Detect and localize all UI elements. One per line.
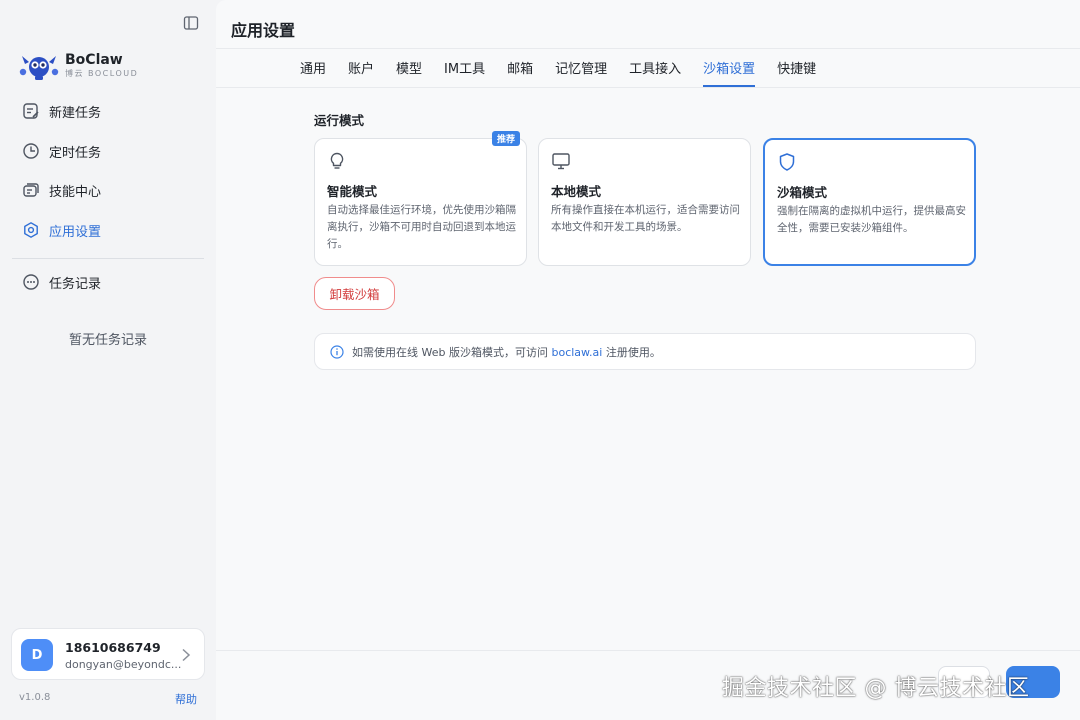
tab-model[interactable]: 模型: [396, 49, 422, 87]
sidebar-item-skills[interactable]: 技能中心: [12, 173, 204, 207]
skills-icon: [22, 181, 40, 199]
settings-tabs: 通用 账户 模型 IM工具 邮箱 记忆管理 工具接入 沙箱设置 快捷键: [300, 49, 838, 87]
brand: BoClaw 博云 BOCLOUD: [18, 50, 138, 82]
mode-card-sandbox[interactable]: 沙箱模式 强制在隔离的虚拟机中运行，提供最高安全性，需要已安装沙箱组件。: [763, 138, 976, 266]
settings-icon: [22, 221, 40, 239]
user-email: dongyan@beyondc...: [65, 658, 182, 671]
clock-icon: [22, 142, 40, 160]
help-link[interactable]: 帮助: [175, 691, 197, 707]
mode-card-local[interactable]: 本地模式 所有操作直接在本机运行，适合需要访问本地文件和开发工具的场景。: [538, 138, 751, 266]
watermark: 掘金技术社区 @ 博云技术社区: [722, 676, 1030, 701]
chat-icon: [22, 273, 40, 291]
sidebar-item-scheduled-task[interactable]: 定时任务: [12, 134, 204, 168]
info-icon: [330, 344, 344, 359]
tab-memory[interactable]: 记忆管理: [555, 49, 607, 87]
main-panel: 应用设置 通用 账户 模型 IM工具 邮箱 记忆管理 工具接入 沙箱设置 快捷键…: [216, 0, 1080, 720]
mode-title: 本地模式: [551, 184, 602, 199]
boclaw-link[interactable]: boclaw.ai: [551, 346, 602, 359]
tab-sandbox[interactable]: 沙箱设置: [703, 49, 756, 87]
sidebar-divider: [12, 258, 204, 259]
uninstall-sandbox-button[interactable]: 卸载沙箱: [314, 277, 395, 310]
boclaw-logo-icon: [19, 56, 59, 80]
tab-shortcuts[interactable]: 快捷键: [777, 49, 816, 87]
shield-icon: [779, 153, 795, 171]
sidebar-item-new-task[interactable]: 新建任务: [12, 94, 204, 128]
recommend-badge: 推荐: [491, 131, 520, 146]
tab-account[interactable]: 账户: [348, 49, 374, 87]
mode-description: 强制在隔离的虚拟机中运行，提供最高安全性，需要已安装沙箱组件。: [777, 205, 966, 234]
tabs-divider: [216, 87, 1080, 88]
sidebar-item-label: 任务记录: [49, 276, 102, 292]
brand-subtitle: 博云 BOCLOUD: [65, 69, 139, 78]
sidebar-item-app-settings[interactable]: 应用设置: [12, 213, 204, 247]
tab-mailbox[interactable]: 邮箱: [507, 49, 533, 87]
info-text-suffix: 注册使用。: [602, 345, 661, 359]
info-notice: 如需使用在线 Web 版沙箱模式，可访问 boclaw.ai 注册使用。: [314, 333, 976, 370]
sidebar-item-label: 技能中心: [49, 184, 102, 200]
sidebar: BoClaw 博云 BOCLOUD 新建任务 定时任务 技能中心 应用设置 任务…: [0, 0, 216, 720]
mode-title: 沙箱模式: [777, 185, 828, 200]
empty-records-text: 暂无任务记录: [68, 333, 147, 348]
tab-tool-access[interactable]: 工具接入: [629, 49, 681, 87]
sidebar-item-label: 新建任务: [49, 105, 102, 121]
brand-name: BoClaw: [65, 52, 123, 68]
avatar: D: [21, 639, 53, 671]
info-text-prefix: 如需使用在线 Web 版沙箱模式，可访问: [352, 345, 552, 359]
user-phone: 18610686749: [65, 640, 161, 655]
monitor-icon: [552, 153, 570, 170]
sidebar-toggle-icon[interactable]: [183, 15, 199, 31]
mode-description: 所有操作直接在本机运行，适合需要访问本地文件和开发工具的场景。: [551, 204, 740, 233]
section-label: 运行模式: [314, 113, 365, 128]
edit-icon: [22, 102, 40, 120]
sidebar-item-label: 应用设置: [49, 224, 102, 240]
user-card[interactable]: D 18610686749 dongyan@beyondc...: [11, 628, 205, 680]
mode-description: 自动选择最佳运行环境，优先使用沙箱隔离执行，沙箱不可用时自动回退到本地运行。: [327, 204, 516, 250]
info-text: 如需使用在线 Web 版沙箱模式，可访问 boclaw.ai 注册使用。: [352, 344, 661, 360]
mode-title: 智能模式: [327, 184, 378, 199]
tab-im-tools[interactable]: IM工具: [444, 49, 485, 87]
tab-general[interactable]: 通用: [300, 49, 326, 87]
version-label: v1.0.8: [19, 692, 51, 703]
sidebar-item-label: 定时任务: [49, 145, 102, 161]
mode-card-smart[interactable]: 推荐 智能模式 自动选择最佳运行环境，优先使用沙箱隔离执行，沙箱不可用时自动回退…: [314, 131, 527, 266]
footer-divider: [216, 650, 1080, 651]
page-title: 应用设置: [231, 21, 296, 40]
sidebar-item-task-records[interactable]: 任务记录: [12, 265, 204, 299]
chevron-right-icon: [182, 648, 191, 662]
lightbulb-icon: [330, 152, 344, 169]
